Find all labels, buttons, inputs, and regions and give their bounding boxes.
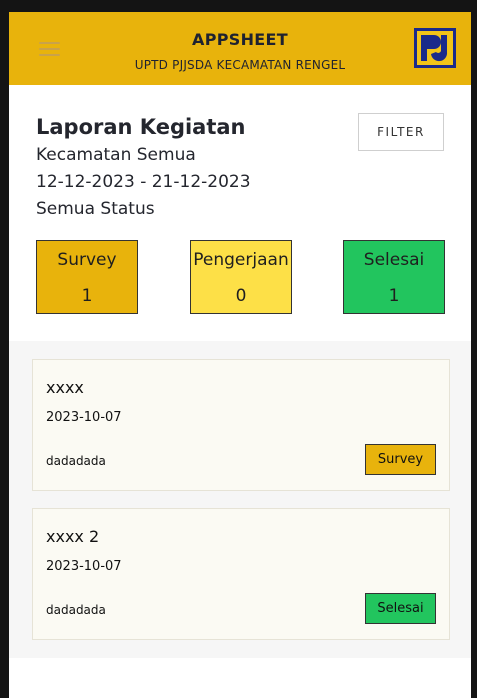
stat-pengerjaan[interactable]: Pengerjaan 0 bbox=[190, 240, 292, 314]
status-badge: Selesai bbox=[365, 593, 436, 624]
app-subtitle: UPTD PJJSDA KECAMATAN RENGEL bbox=[134, 58, 346, 72]
stat-count: 1 bbox=[81, 286, 93, 306]
report-description: dadadada bbox=[46, 454, 106, 468]
report-date: 2023-10-07 bbox=[46, 559, 122, 574]
report-name: xxxx bbox=[46, 378, 84, 397]
stat-count: 0 bbox=[235, 286, 247, 306]
pu-logo-icon bbox=[414, 28, 456, 68]
district-filter-text: Kecamatan Semua bbox=[36, 145, 196, 165]
list-footer bbox=[9, 658, 471, 698]
report-name: xxxx 2 bbox=[46, 527, 100, 546]
filter-button[interactable]: FILTER bbox=[358, 113, 444, 151]
app-header: APPSHEET UPTD PJJSDA KECAMATAN RENGEL bbox=[9, 12, 471, 85]
app-title: APPSHEET bbox=[192, 30, 288, 49]
status-badge: Survey bbox=[365, 444, 436, 475]
report-description: dadadada bbox=[46, 603, 106, 617]
report-summary: Laporan Kegiatan Kecamatan Semua 12-12-2… bbox=[9, 85, 471, 341]
stat-count: 1 bbox=[388, 286, 400, 306]
report-card[interactable]: xxxx 2 2023-10-07 dadadada Selesai bbox=[32, 508, 450, 640]
stat-label: Selesai bbox=[363, 250, 425, 270]
status-filter-text: Semua Status bbox=[36, 199, 155, 219]
app-screen: APPSHEET UPTD PJJSDA KECAMATAN RENGEL La… bbox=[9, 12, 471, 698]
stat-selesai[interactable]: Selesai 1 bbox=[343, 240, 445, 314]
stat-label: Survey bbox=[57, 250, 117, 270]
stat-survey[interactable]: Survey 1 bbox=[36, 240, 138, 314]
report-title: Laporan Kegiatan bbox=[36, 115, 246, 139]
report-card[interactable]: xxxx 2023-10-07 dadadada Survey bbox=[32, 359, 450, 491]
stat-label: Pengerjaan bbox=[193, 250, 289, 270]
date-range-text: 12-12-2023 - 21-12-2023 bbox=[36, 172, 251, 192]
report-date: 2023-10-07 bbox=[46, 410, 122, 425]
